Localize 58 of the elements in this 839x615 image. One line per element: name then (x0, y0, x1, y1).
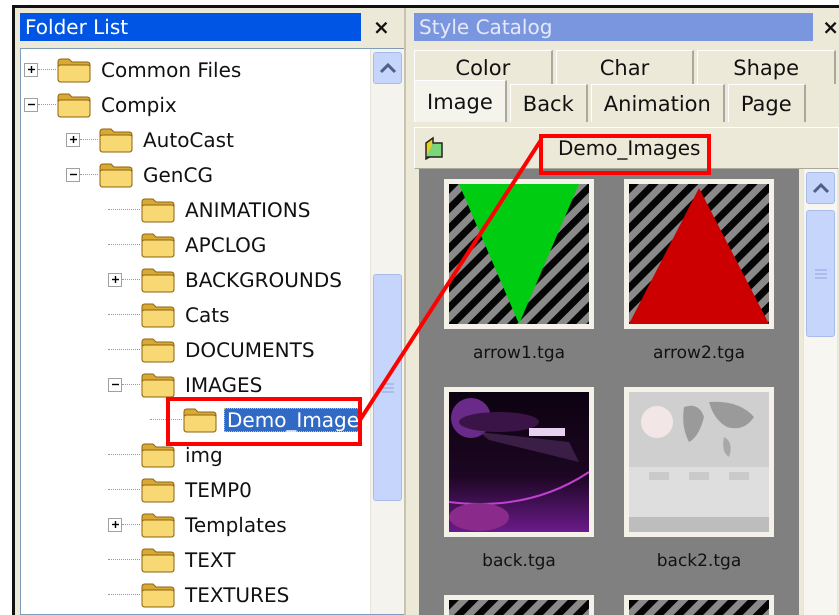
folder-item[interactable]: Compix (98, 92, 180, 116)
folder-icon (140, 231, 176, 258)
folder-icon (56, 91, 92, 118)
plus-icon[interactable] (26, 65, 36, 74)
panel-title: Folder List (20, 13, 361, 41)
panel-title: Style Catalog (414, 13, 814, 41)
folder-item[interactable]: TEXT (182, 548, 238, 572)
folder-item[interactable]: APCLOG (182, 232, 270, 256)
tab[interactable]: Animation (590, 84, 725, 122)
folder-icon (140, 266, 176, 293)
folder-path: Demo_Images (558, 136, 700, 160)
tab[interactable]: Back (510, 84, 588, 122)
grip-icon[interactable] (814, 268, 828, 280)
scrollbar[interactable] (370, 49, 404, 614)
tab[interactable]: Color (414, 50, 553, 84)
folder-icon (140, 511, 176, 538)
folder-item[interactable]: AutoCast (140, 128, 237, 152)
folder-icon (56, 56, 92, 83)
folder-item[interactable]: DOCUMENTS (182, 338, 318, 362)
folder-icon (140, 196, 176, 223)
folder-icon (98, 126, 134, 153)
folder-item[interactable]: Cats (182, 302, 232, 326)
folder-up-icon[interactable] (423, 135, 445, 161)
file-name: back2.tga (656, 551, 742, 571)
folder-icon (140, 301, 176, 328)
file-name: arrow2.tga (652, 343, 746, 363)
folder-item[interactable]: TEXTURES (182, 582, 292, 606)
folder-item[interactable]: BACKGROUNDS (182, 268, 345, 292)
scroll-up-icon[interactable] (378, 62, 396, 74)
folder-item[interactable]: GenCG (140, 162, 216, 186)
folder-item[interactable]: img (182, 442, 226, 466)
file-name: back.tga (482, 551, 556, 571)
close-button[interactable]: × (373, 15, 390, 39)
tab[interactable]: Page (728, 84, 806, 122)
folder-icon (140, 371, 176, 398)
plus-icon[interactable] (68, 135, 78, 144)
folder-item[interactable]: ANIMATIONS (182, 198, 314, 222)
folder-item[interactable]: TEMP0 (182, 478, 255, 502)
folder-icon (140, 441, 176, 468)
tab[interactable]: Char (556, 50, 694, 84)
folder-icon (140, 476, 176, 503)
grip-icon[interactable] (380, 382, 394, 394)
folder-item[interactable]: Templates (182, 512, 290, 536)
plus-icon[interactable] (110, 520, 120, 529)
folder-icon (140, 546, 176, 573)
folder-icon (140, 581, 176, 608)
folder-icon (182, 406, 218, 433)
folder-item[interactable]: IMAGES (182, 372, 266, 396)
scrollbar[interactable] (803, 169, 837, 615)
file-name: arrow1.tga (472, 343, 566, 363)
scroll-up-icon[interactable] (812, 182, 830, 194)
plus-icon[interactable] (110, 275, 120, 284)
folder-icon (140, 336, 176, 363)
folder-icon (98, 161, 134, 188)
close-button[interactable]: × (822, 15, 839, 39)
folder-item[interactable]: Common Files (98, 58, 244, 82)
tab[interactable]: Shape (697, 50, 836, 84)
tab[interactable]: Image (414, 80, 507, 122)
